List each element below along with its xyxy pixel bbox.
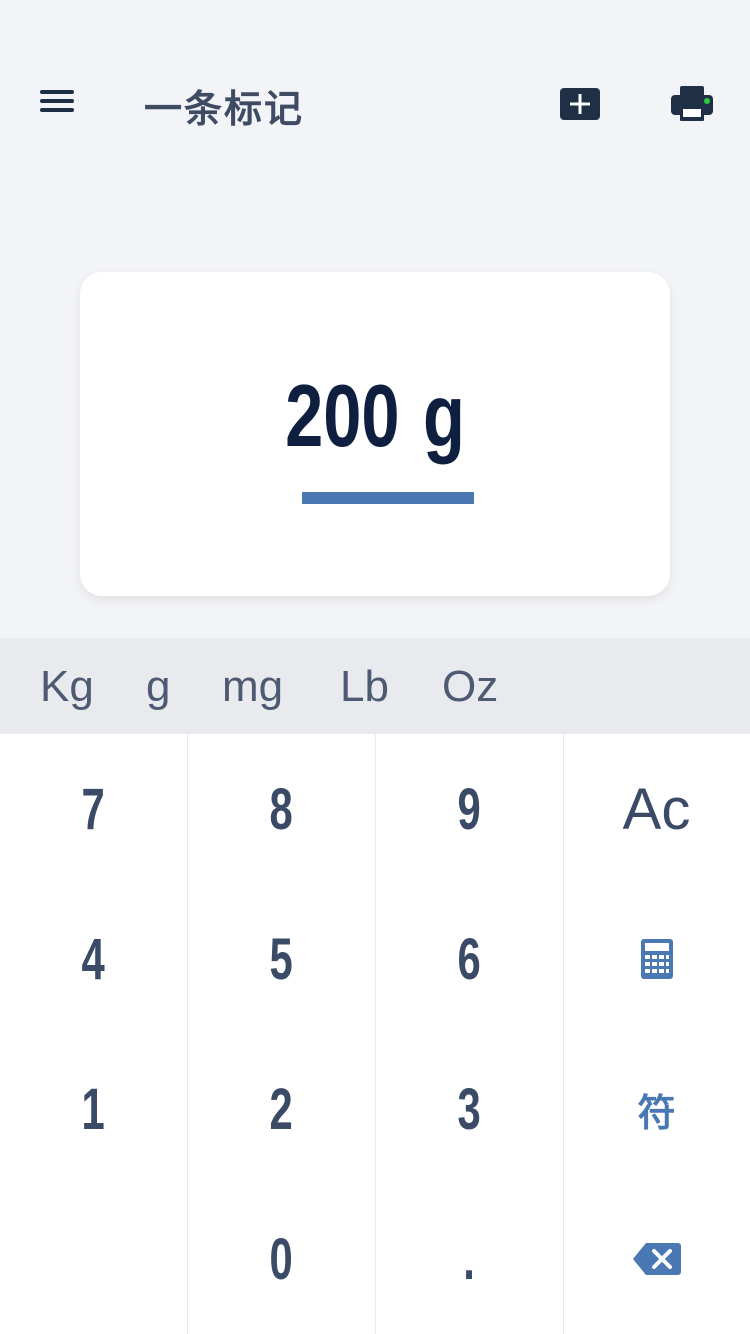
key-6-label: 6	[457, 926, 481, 992]
unit-g[interactable]: g	[146, 662, 170, 712]
weight-value: 200	[285, 366, 400, 465]
key-8[interactable]: 8	[187, 734, 375, 884]
key-decimal-label: .	[463, 1226, 475, 1292]
add-button[interactable]	[556, 84, 604, 124]
clear-button-label: Ac	[622, 776, 691, 842]
key-3-label: 3	[457, 1076, 481, 1142]
menu-line	[40, 99, 74, 103]
key-4[interactable]: 4	[0, 884, 187, 1034]
key-8-label: 8	[269, 776, 293, 842]
unit-oz[interactable]: Oz	[442, 662, 498, 712]
print-button[interactable]	[668, 80, 716, 126]
weight-readout: 200 g	[145, 366, 605, 466]
key-0-label: 0	[269, 1226, 293, 1292]
unit-lb[interactable]: Lb	[340, 662, 389, 712]
printer-icon	[671, 86, 713, 121]
symbol-button[interactable]: 符	[563, 1034, 750, 1184]
key-empty	[0, 1184, 187, 1334]
key-decimal[interactable]: .	[375, 1184, 563, 1334]
key-6[interactable]: 6	[375, 884, 563, 1034]
backspace-icon	[632, 1243, 681, 1275]
input-underline	[302, 492, 474, 504]
menu-line	[40, 90, 74, 94]
key-0[interactable]: 0	[187, 1184, 375, 1334]
weight-display-card: 200 g	[80, 272, 670, 596]
keypad: 7 8 9 Ac 4 5 6 1 2 3 符 0 .	[0, 734, 750, 1334]
unit-mg[interactable]: mg	[222, 662, 283, 712]
key-9[interactable]: 9	[375, 734, 563, 884]
clear-button[interactable]: Ac	[563, 734, 750, 884]
key-3[interactable]: 3	[375, 1034, 563, 1184]
unit-selector-bar: Kg g mg Lb Oz	[0, 638, 750, 734]
key-5-label: 5	[269, 926, 293, 992]
key-1[interactable]: 1	[0, 1034, 187, 1184]
symbol-button-label: 符	[637, 1090, 676, 1135]
backspace-button[interactable]	[563, 1184, 750, 1334]
header: 一条标记	[0, 0, 750, 200]
key-2[interactable]: 2	[187, 1034, 375, 1184]
key-4-label: 4	[81, 926, 106, 992]
weight-unit: g	[422, 366, 465, 465]
calculator-icon	[640, 939, 673, 979]
unit-kg[interactable]: Kg	[40, 662, 94, 712]
page-title: 一条标记	[144, 87, 305, 131]
menu-button[interactable]	[36, 84, 78, 120]
key-2-label: 2	[269, 1076, 293, 1142]
menu-line	[40, 108, 74, 112]
add-box-icon	[560, 88, 600, 120]
calculator-button[interactable]	[563, 884, 750, 1034]
app-root: 一条标记 200 g Kg g mg Lb Oz 7 8 9 Ac 4 5 6 …	[0, 0, 750, 1334]
key-9-label: 9	[457, 776, 481, 842]
key-7[interactable]: 7	[0, 734, 187, 884]
key-7-label: 7	[81, 776, 106, 842]
key-5[interactable]: 5	[187, 884, 375, 1034]
key-1-label: 1	[81, 1076, 106, 1142]
